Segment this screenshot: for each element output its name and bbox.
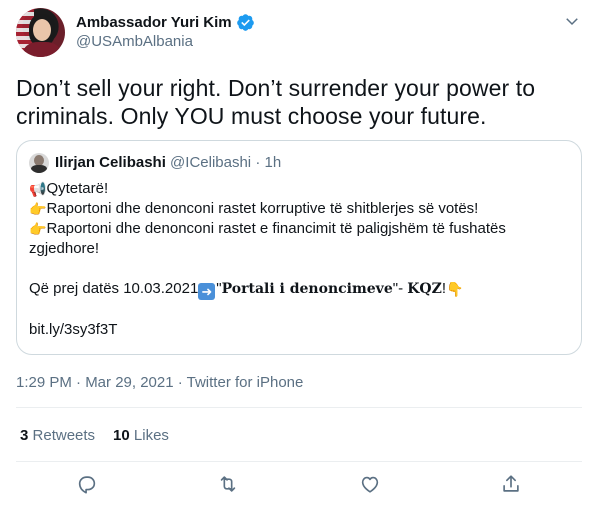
likes-stat[interactable]: 10 Likes — [113, 427, 169, 444]
arrow-right-icon: ➜ — [198, 283, 216, 300]
header-separator: · — [255, 154, 261, 171]
point-down-icon: 👇 — [446, 281, 464, 297]
verified-badge-icon — [236, 14, 254, 31]
quoted-tweet-time: 1h — [264, 154, 282, 171]
author-handle[interactable]: @USAmbAlbania — [76, 33, 193, 50]
point-right-icon: 👉 — [29, 201, 47, 217]
quoted-tweet-body: 📢Qytetarë! 👉Raportoni dhe denonconi rast… — [29, 179, 569, 340]
action-bar — [0, 470, 597, 500]
more-icon[interactable] — [563, 12, 581, 30]
quoted-tweet-header: Ilirjan Celibashi @ICelibashi · 1h — [55, 154, 281, 171]
quoted-tweet-card[interactable]: Ilirjan Celibashi @ICelibashi · 1h 📢Qyte… — [16, 140, 582, 355]
point-right-icon: 👉 — [29, 221, 47, 237]
quote-line-1: 📢Qytetarë! — [29, 180, 109, 197]
share-icon[interactable] — [500, 473, 522, 495]
divider — [16, 461, 582, 462]
quote-line-2: 👉Raportoni dhe denonconi rastet korrupti… — [29, 200, 479, 217]
divider — [16, 407, 582, 408]
quote-line-4: zgjedhore! — [29, 240, 100, 257]
like-icon[interactable] — [359, 473, 381, 495]
tweet-stats: 3 Retweets 10 Likes — [20, 427, 169, 444]
retweets-stat[interactable]: 3 Retweets — [20, 427, 95, 444]
portal-name: Portali i denoncimeve — [221, 281, 393, 297]
author-display-name[interactable]: Ambassador Yuri Kim — [76, 14, 232, 31]
tweet-meta[interactable]: 1:29 PM · Mar 29, 2021 · Twitter for iPh… — [16, 374, 303, 391]
retweet-icon[interactable] — [217, 473, 239, 495]
megaphone-icon: 📢 — [29, 181, 47, 197]
quoted-author-avatar — [29, 153, 49, 173]
quoted-author-handle: @ICelibashi — [170, 154, 252, 171]
quoted-author-name: Ilirjan Celibashi — [55, 154, 166, 171]
quote-link[interactable]: bit.ly/3sy3f3T — [29, 320, 569, 340]
kqz-label: KQZ — [407, 281, 442, 297]
tweet: Ambassador Yuri Kim @USAmbAlbania Don’t … — [0, 0, 597, 507]
author-name-row: Ambassador Yuri Kim — [76, 13, 255, 32]
quote-line-3: 👉Raportoni dhe denonconi rastet e financ… — [29, 220, 506, 237]
quote-line-5: Që prej datës 10.03.2021 ➜ "Portali i deno… — [29, 280, 464, 300]
author-avatar[interactable] — [16, 8, 65, 57]
reply-icon[interactable] — [76, 473, 98, 495]
tweet-text: Don’t sell your right. Don’t surrender y… — [16, 75, 536, 129]
